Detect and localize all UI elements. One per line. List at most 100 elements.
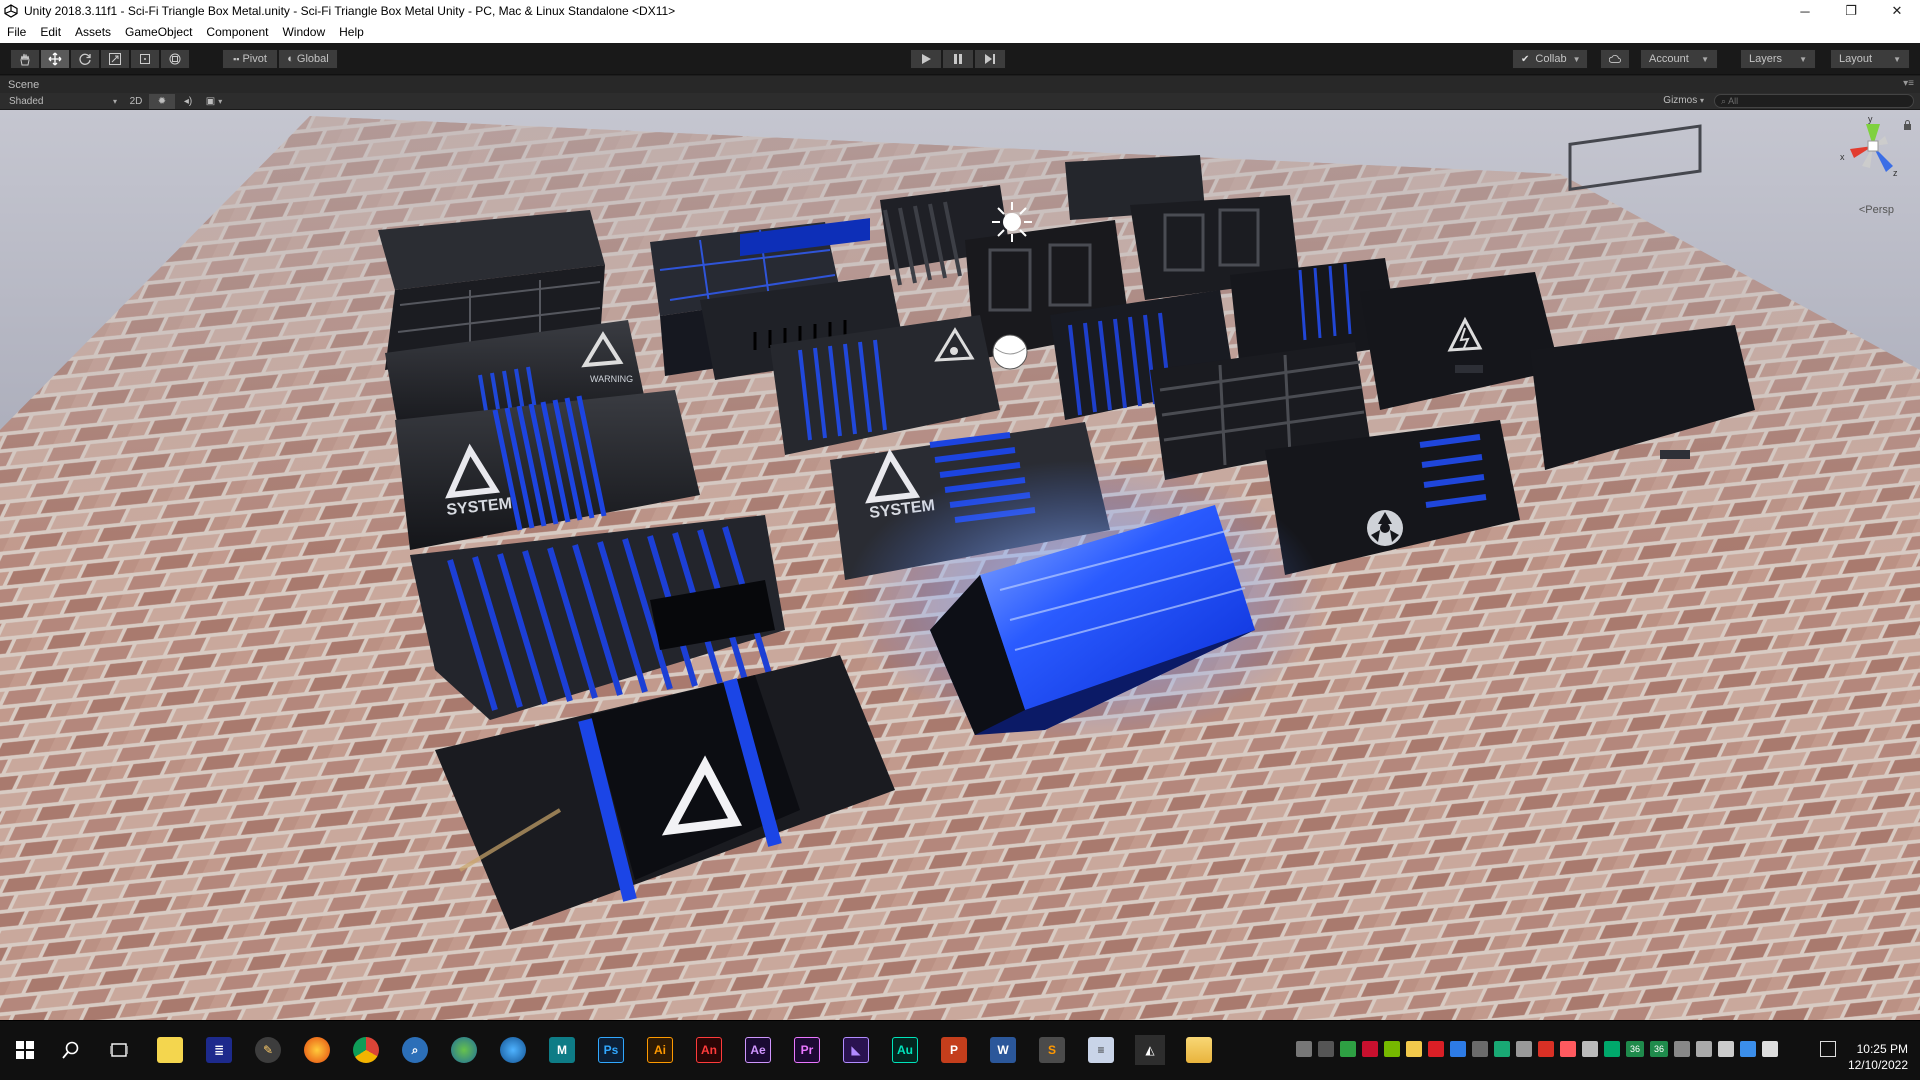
word-taskbar[interactable]: W xyxy=(988,1035,1018,1065)
scale-tool-button[interactable] xyxy=(100,49,130,69)
after-effects-taskbar[interactable]: Ae xyxy=(743,1035,773,1065)
task-view-button[interactable] xyxy=(104,1035,134,1065)
adobe-cloud-icon[interactable] xyxy=(1428,1041,1444,1057)
gizmos-dropdown[interactable]: Gizmos ▾ xyxy=(1663,95,1704,106)
step-button[interactable] xyxy=(974,49,1006,69)
scene-search-input[interactable]: ⌕ All xyxy=(1714,94,1914,108)
draw-mode-dropdown[interactable]: Shaded ▾ xyxy=(3,94,123,109)
premiere-icon: Pr xyxy=(794,1037,820,1063)
chrome-taskbar[interactable] xyxy=(351,1035,381,1065)
point-light-gizmo[interactable] xyxy=(992,334,1028,370)
usb-icon[interactable] xyxy=(1296,1041,1312,1057)
nvidia-icon[interactable] xyxy=(1384,1041,1400,1057)
menu-file[interactable]: File xyxy=(0,22,33,43)
earth-taskbar[interactable] xyxy=(498,1035,528,1065)
lighting-toggle[interactable]: ✹ xyxy=(149,93,175,109)
task-view-icon xyxy=(110,1043,128,1057)
audition-taskbar[interactable]: Au xyxy=(890,1035,920,1065)
menu-help[interactable]: Help xyxy=(332,22,371,43)
layers-label: Layers xyxy=(1749,53,1783,65)
tab-menu-icon[interactable]: ▾≡ xyxy=(1903,78,1914,89)
printer-icon[interactable] xyxy=(1674,1041,1690,1057)
antivirus-icon[interactable] xyxy=(1494,1041,1510,1057)
minimize-button[interactable]: ─ xyxy=(1782,0,1828,22)
file-explorer-taskbar[interactable] xyxy=(1184,1035,1214,1065)
paint-taskbar[interactable]: ✎ xyxy=(253,1035,283,1065)
play-controls xyxy=(910,49,1006,69)
drive-icon[interactable] xyxy=(1406,1041,1422,1057)
globe-taskbar[interactable] xyxy=(449,1035,479,1065)
hand-tool-button[interactable] xyxy=(10,49,40,69)
projection-label[interactable]: <Persp xyxy=(1859,204,1894,216)
magnifier-taskbar[interactable]: ⌕ xyxy=(400,1035,430,1065)
menu-gameobject[interactable]: GameObject xyxy=(118,22,199,43)
folder-icon xyxy=(1186,1037,1212,1063)
sticky-notes-taskbar[interactable] xyxy=(155,1035,185,1065)
unity-taskbar[interactable]: ◭ xyxy=(1135,1035,1165,1065)
collab-button[interactable]: ✔ Collab ▼ xyxy=(1512,49,1588,69)
close-button[interactable]: ✕ xyxy=(1874,0,1920,22)
menu-assets[interactable]: Assets xyxy=(68,22,118,43)
illustrator-taskbar[interactable]: Ai xyxy=(645,1035,675,1065)
restore-button[interactable]: ❐ xyxy=(1828,0,1874,22)
layers-dropdown[interactable]: Layers ▼ xyxy=(1740,49,1816,69)
animate-icon: An xyxy=(696,1037,722,1063)
menu-component[interactable]: Component xyxy=(199,22,275,43)
premiere-taskbar[interactable]: Pr xyxy=(792,1035,822,1065)
firefox-taskbar[interactable] xyxy=(302,1035,332,1065)
notepad-taskbar[interactable]: ≡ xyxy=(1086,1035,1116,1065)
move-tool-button[interactable] xyxy=(40,49,70,69)
maya-taskbar[interactable]: M xyxy=(547,1035,577,1065)
effects-dropdown[interactable]: ▣ ▾ xyxy=(201,94,227,109)
eject-icon[interactable] xyxy=(1696,1041,1712,1057)
onedrive-icon[interactable] xyxy=(1740,1041,1756,1057)
settings-icon[interactable] xyxy=(1472,1041,1488,1057)
cloud-icon xyxy=(1609,54,1621,63)
creative-cloud-icon[interactable] xyxy=(1560,1041,1576,1057)
menu-edit[interactable]: Edit xyxy=(33,22,68,43)
scene-view[interactable]: WARNING SYSTEM y x z <Persp xyxy=(0,110,1920,1020)
rotate-tool-button[interactable] xyxy=(70,49,100,69)
notification-icon[interactable] xyxy=(1820,1041,1836,1057)
account-dropdown[interactable]: Account ▼ xyxy=(1640,49,1718,69)
unity-logo-icon xyxy=(4,4,18,18)
system-clock[interactable]: 10:25 PM 12/10/2022 xyxy=(1848,1041,1908,1073)
directional-light-gizmo[interactable] xyxy=(992,202,1032,242)
global-toggle[interactable]: ◐ Global xyxy=(278,49,338,69)
pivot-toggle[interactable]: ▪▪ Pivot xyxy=(222,49,278,69)
combined-tool-button[interactable] xyxy=(160,49,190,69)
sublime-taskbar[interactable]: S xyxy=(1037,1035,1067,1065)
scene-tab[interactable]: Scene xyxy=(0,79,47,91)
editor-icon: ≣ xyxy=(206,1037,232,1063)
battery-icon[interactable] xyxy=(1762,1041,1778,1057)
powerpoint-taskbar[interactable]: P xyxy=(939,1035,969,1065)
orientation-gizmo[interactable]: y x z xyxy=(1838,114,1908,209)
lock-icon[interactable] xyxy=(1903,120,1912,130)
temp-badge-1[interactable]: 36 xyxy=(1626,1041,1644,1057)
audio-toggle[interactable]: ◂) xyxy=(175,94,201,109)
rect-tool-button[interactable] xyxy=(130,49,160,69)
editor-taskbar[interactable]: ≣ xyxy=(204,1035,234,1065)
sync-icon[interactable] xyxy=(1604,1041,1620,1057)
play-button[interactable] xyxy=(910,49,942,69)
chrome-icon xyxy=(353,1037,379,1063)
photoshop-taskbar[interactable]: Ps xyxy=(596,1035,626,1065)
network-icon[interactable] xyxy=(1318,1041,1334,1057)
temp-badge-2[interactable]: 36 xyxy=(1650,1041,1668,1057)
animate-taskbar[interactable]: An xyxy=(694,1035,724,1065)
visual-studio-taskbar[interactable]: ◣ xyxy=(841,1035,871,1065)
menu-window[interactable]: Window xyxy=(275,22,332,43)
taskbar-search-button[interactable] xyxy=(56,1035,86,1065)
layout-dropdown[interactable]: Layout ▼ xyxy=(1830,49,1910,69)
keyboard-icon[interactable] xyxy=(1516,1041,1532,1057)
cloud-button[interactable] xyxy=(1600,49,1630,69)
shield-icon[interactable] xyxy=(1340,1041,1356,1057)
pause-button[interactable] xyxy=(942,49,974,69)
2d-toggle[interactable]: 2D xyxy=(123,94,149,109)
start-button[interactable] xyxy=(10,1035,40,1065)
pdf-icon[interactable] xyxy=(1538,1041,1554,1057)
bluetooth-icon[interactable] xyxy=(1450,1041,1466,1057)
volume-icon[interactable] xyxy=(1718,1041,1734,1057)
wifi-icon[interactable] xyxy=(1582,1041,1598,1057)
acrobat-icon[interactable] xyxy=(1362,1041,1378,1057)
